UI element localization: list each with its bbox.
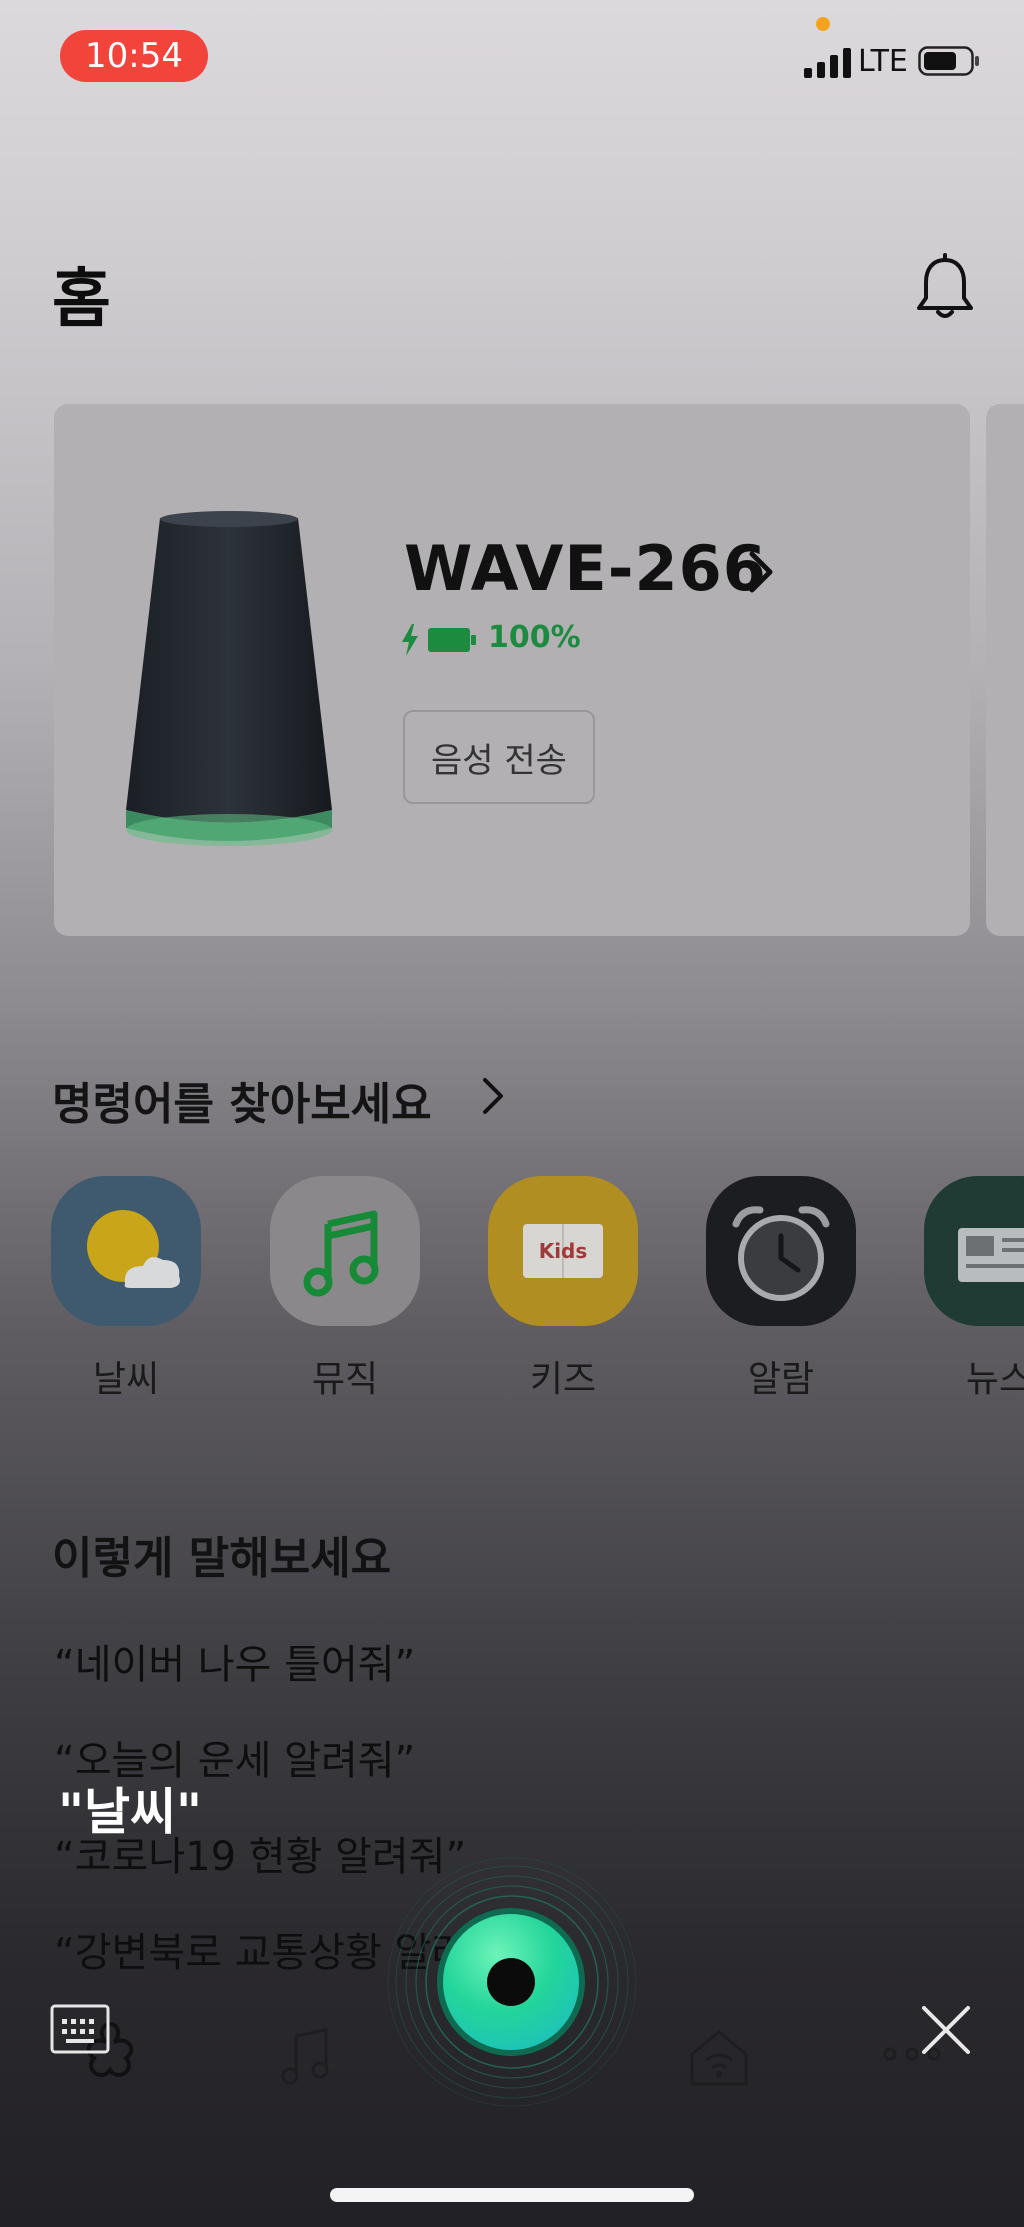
- command-label: 키즈: [529, 1359, 597, 1400]
- command-news[interactable]: 뉴스: [924, 1176, 1024, 1402]
- page-title: 홈: [52, 263, 111, 337]
- battery-percent: 100%: [488, 620, 581, 655]
- status-time: 10:54: [60, 30, 208, 82]
- close-icon[interactable]: [918, 2002, 974, 2058]
- weather-icon: [51, 1176, 201, 1326]
- kids-badge-text: Kids: [539, 1239, 588, 1263]
- music-tab-icon[interactable]: [274, 2022, 338, 2088]
- command-music[interactable]: 뮤직: [270, 1176, 420, 1402]
- chevron-right-icon[interactable]: [480, 1074, 506, 1118]
- home-indicator[interactable]: [330, 2188, 694, 2202]
- command-label: 뉴스: [965, 1359, 1024, 1400]
- privacy-indicator-icon: [816, 17, 830, 31]
- command-alarm[interactable]: 알람: [706, 1176, 856, 1402]
- notification-bell-icon[interactable]: [912, 252, 978, 322]
- screen: 10:54 LTE 홈 WAVE-266 100% 음성 전송 명령어를 찾아보…: [0, 0, 1024, 2227]
- voice-query-text: "날씨": [58, 1783, 203, 1841]
- keyboard-icon[interactable]: [50, 2004, 110, 2054]
- commands-section-title[interactable]: 명령어를 찾아보세요: [52, 1068, 432, 1132]
- chevron-right-icon[interactable]: [744, 548, 778, 596]
- charging-bolt-icon: [402, 624, 418, 656]
- suggestion-item[interactable]: “네이버 나우 틀어줘”: [54, 1632, 415, 1690]
- news-icon: [924, 1176, 1024, 1326]
- command-weather[interactable]: 날씨: [51, 1176, 201, 1402]
- music-note-icon: [270, 1176, 420, 1326]
- mic-button[interactable]: [437, 1908, 585, 2056]
- next-device-card[interactable]: [986, 404, 1024, 936]
- mic-center: [487, 1958, 535, 2006]
- command-label: 뮤직: [311, 1359, 379, 1400]
- command-label: 알람: [747, 1359, 815, 1400]
- battery-icon: [918, 46, 979, 76]
- signal-icon: [804, 48, 851, 78]
- device-name[interactable]: WAVE-266: [404, 532, 767, 605]
- status-time-text: 10:54: [85, 36, 183, 76]
- alarm-clock-icon: [706, 1176, 856, 1326]
- command-label: 날씨: [92, 1359, 160, 1400]
- command-kids[interactable]: Kids 키즈: [488, 1176, 638, 1402]
- device-battery-icon: [428, 628, 476, 652]
- voice-send-button[interactable]: 음성 전송: [403, 710, 595, 804]
- kids-book-icon: Kids: [488, 1176, 638, 1326]
- speaker-image: [126, 511, 332, 846]
- smart-home-tab-icon[interactable]: [684, 2024, 754, 2090]
- network-type: LTE: [858, 44, 908, 79]
- suggestions-title: 이렇게 말해보세요: [52, 1533, 392, 1584]
